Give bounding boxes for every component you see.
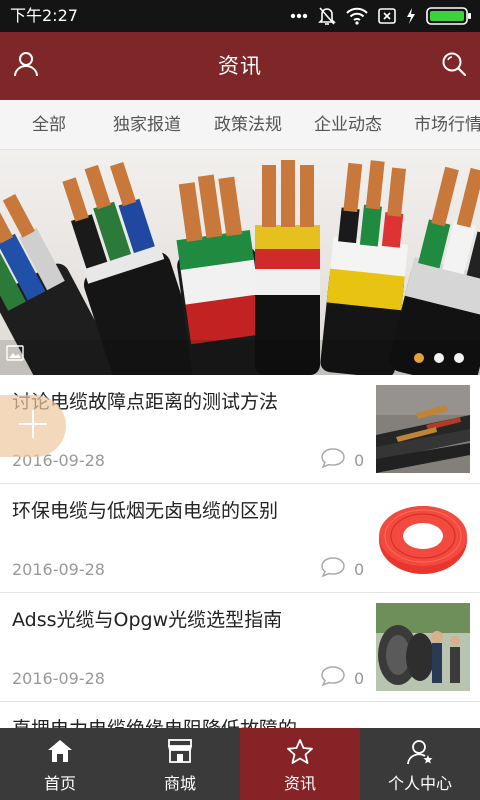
status-bar: 下午2:27 <box>0 0 480 32</box>
tab-exclusive-reports[interactable]: 独家报道 <box>113 100 181 149</box>
cable-drums-photo <box>376 603 470 691</box>
tab-all[interactable]: 全部 <box>32 100 66 149</box>
news-title: 环保电缆与低烟无卤电缆的区别 <box>12 500 279 522</box>
tab-company-news[interactable]: 企业动态 <box>314 100 382 149</box>
red-cable-coil-photo <box>376 494 470 582</box>
news-date: 2016-09-28 <box>12 560 105 579</box>
comment-count-value: 0 <box>354 668 365 688</box>
plus-icon <box>16 407 50 445</box>
star-icon <box>286 738 314 766</box>
comment-count[interactable]: 0 <box>320 447 364 473</box>
news-title: 直埋电力电缆绝缘电阻降低故障的 <box>12 716 368 728</box>
page-title: 资讯 <box>218 54 262 78</box>
tab-policies-regulations[interactable]: 政策法规 <box>214 100 282 149</box>
nav-item-home[interactable]: 首页 <box>0 728 120 800</box>
news-item[interactable]: 讨论电缆故障点距离的测试方法 2016-09-28 0 <box>0 375 480 484</box>
tab-market-trends[interactable]: 市场行情 <box>414 100 480 149</box>
comment-count-value: 0 <box>354 559 365 579</box>
status-time: 下午2:27 <box>10 6 78 25</box>
comment-icon <box>320 447 346 473</box>
carousel-dot[interactable] <box>414 353 424 363</box>
nav-label: 首页 <box>43 774 76 793</box>
nav-label: 个人中心 <box>387 774 452 793</box>
nav-item-profile[interactable]: 个人中心 <box>360 728 480 800</box>
cable-ends-photo <box>376 385 470 473</box>
news-date: 2016-09-28 <box>12 669 105 688</box>
home-icon <box>46 738 74 766</box>
category-tabs: 全部 独家报道 政策法规 企业动态 市场行情 <box>0 100 480 150</box>
wifi-icon <box>346 7 368 25</box>
user-star-icon <box>406 738 434 766</box>
news-title: Adss光缆与Opgw光缆选型指南 <box>12 609 283 631</box>
app-header: 资讯 <box>0 32 480 100</box>
news-list: 讨论电缆故障点距离的测试方法 2016-09-28 0 环保电缆与低烟无卤电缆的… <box>0 375 480 728</box>
news-item[interactable]: 环保电缆与低烟无卤电缆的区别 2016-09-28 0 <box>0 484 480 593</box>
comment-icon <box>320 665 346 691</box>
carousel-dot[interactable] <box>434 353 444 363</box>
sim-x-icon <box>378 8 396 24</box>
search-icon <box>441 51 467 81</box>
nav-label: 商城 <box>163 774 196 793</box>
gallery-icon <box>6 345 24 365</box>
banner-carousel[interactable] <box>0 150 480 375</box>
comment-count[interactable]: 0 <box>320 665 364 691</box>
search-button[interactable] <box>436 48 472 84</box>
more-dots-icon <box>290 13 308 19</box>
mute-bell-icon <box>318 6 336 26</box>
comment-count[interactable]: 0 <box>320 556 364 582</box>
news-title: 讨论电缆故障点距离的测试方法 <box>12 391 279 413</box>
comment-icon <box>320 556 346 582</box>
nav-item-news[interactable]: 资讯 <box>240 728 360 800</box>
store-icon <box>166 738 194 766</box>
news-item[interactable]: Adss光缆与Opgw光缆选型指南 2016-09-28 0 <box>0 593 480 702</box>
battery-icon <box>426 7 472 25</box>
profile-button[interactable] <box>8 48 44 84</box>
carousel-dots <box>414 353 464 363</box>
carousel-dot[interactable] <box>454 353 464 363</box>
comment-count-value: 0 <box>354 450 365 470</box>
floating-add-button[interactable] <box>0 395 66 457</box>
nav-label: 资讯 <box>283 774 316 793</box>
nav-item-store[interactable]: 商城 <box>120 728 240 800</box>
status-icons <box>290 6 472 26</box>
user-icon <box>12 50 40 82</box>
power-cables-photo <box>0 150 480 375</box>
battery-level <box>430 11 464 21</box>
bottom-nav: 首页 商城 资讯 个人中心 <box>0 728 480 800</box>
news-item[interactable]: 直埋电力电缆绝缘电阻降低故障的 <box>0 702 480 728</box>
charging-icon <box>406 8 416 24</box>
